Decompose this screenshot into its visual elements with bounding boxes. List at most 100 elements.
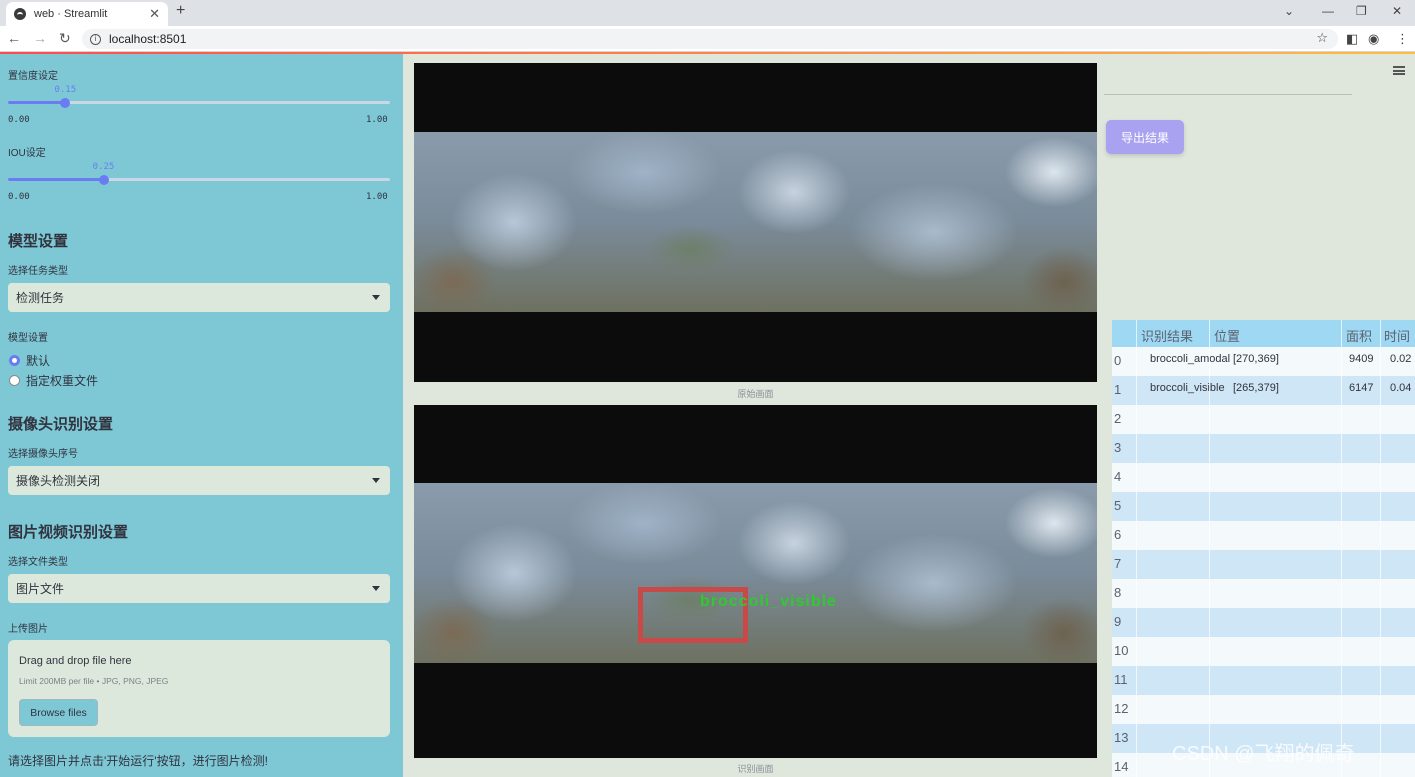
results-table[interactable]: 识别结果 位置 面积 时间 0 broccoli_amodal [270,369] 9… <box>1112 320 1415 777</box>
file-type-label: 选择文件类型 <box>8 557 68 568</box>
tab-close-icon[interactable]: ✕ <box>149 6 160 22</box>
original-caption: 原始画面 <box>737 389 774 399</box>
chevron-down-icon <box>372 478 380 483</box>
row-index: 11 <box>1114 672 1128 687</box>
table-row[interactable]: 8 <box>1112 579 1415 608</box>
tab-title: web · Streamlit <box>34 8 108 20</box>
row-index: 2 <box>1114 411 1122 426</box>
row-index: 13 <box>1114 730 1129 745</box>
back-icon[interactable]: ← <box>7 30 21 46</box>
column-divider <box>1209 320 1210 777</box>
column-divider <box>1341 320 1342 777</box>
url-text: localhost:8501 <box>109 32 187 46</box>
table-row[interactable]: 4 <box>1112 463 1415 492</box>
new-tab-button[interactable]: + <box>176 2 185 20</box>
tab-search-icon[interactable]: ⌄ <box>1284 4 1294 18</box>
cell-position: [265,379] <box>1233 382 1279 394</box>
chevron-down-icon <box>372 295 380 300</box>
radio-custom-weights[interactable]: 指定权重文件 <box>9 372 98 389</box>
row-index: 12 <box>1114 701 1129 716</box>
iou-min: 0.00 <box>8 192 30 202</box>
detection-label: broccoli_visible <box>700 593 837 610</box>
bookmark-star-icon[interactable]: ☆ <box>1316 30 1328 46</box>
table-row[interactable]: 2 <box>1112 405 1415 434</box>
row-index: 5 <box>1114 498 1122 513</box>
task-type-value: 检测任务 <box>16 291 65 305</box>
file-dropzone[interactable]: Drag and drop file here Limit 200MB per … <box>8 640 390 737</box>
hamburger-menu-icon[interactable] <box>1393 66 1405 75</box>
row-index: 6 <box>1114 527 1122 542</box>
iou-slider[interactable] <box>8 174 390 185</box>
iou-slider-fill <box>8 178 104 181</box>
table-row[interactable]: 10 <box>1112 637 1415 666</box>
table-row[interactable]: 0 broccoli_amodal [270,369] 9409 0.02 <box>1112 347 1415 376</box>
confidence-slider-thumb[interactable] <box>60 97 71 108</box>
confidence-label: 置信度设定 <box>8 71 58 82</box>
row-index: 3 <box>1114 440 1122 455</box>
cell-area: 9409 <box>1349 353 1374 365</box>
header-result[interactable]: 识别结果 <box>1141 326 1193 345</box>
camera-index-select[interactable]: 摄像头检测关闭 <box>8 466 390 495</box>
csdn-watermark: CSDN @飞翔的佩奇 <box>1172 743 1355 765</box>
header-position[interactable]: 位置 <box>1214 326 1240 345</box>
confidence-slider-fill <box>8 101 66 104</box>
table-row[interactable]: 7 <box>1112 550 1415 579</box>
header-time[interactable]: 时间 <box>1384 326 1410 345</box>
browser-tab[interactable]: web · Streamlit ✕ <box>6 2 168 26</box>
confidence-max: 1.00 <box>366 115 388 125</box>
row-index: 9 <box>1114 614 1122 629</box>
file-type-select[interactable]: 图片文件 <box>8 574 390 603</box>
camera-index-label: 选择摄像头序号 <box>8 449 78 460</box>
column-divider <box>1380 320 1381 777</box>
export-results-button[interactable]: 导出结果 <box>1106 120 1184 154</box>
table-row[interactable]: 9 <box>1112 608 1415 637</box>
restore-icon[interactable]: ❐ <box>1356 4 1367 18</box>
confidence-slider[interactable] <box>8 97 390 108</box>
header-area[interactable]: 面积 <box>1346 326 1372 345</box>
site-info-icon[interactable]: i <box>90 33 101 45</box>
minimize-icon[interactable]: — <box>1322 4 1334 18</box>
result-image: broccoli_visible <box>414 405 1097 758</box>
upload-hint: 请选择图片并点击'开始运行'按钮，进行图片检测! <box>8 754 268 768</box>
table-header: 识别结果 位置 面积 时间 <box>1112 320 1415 347</box>
cell-result: broccoli_visible <box>1150 382 1225 394</box>
model-config-label: 模型设置 <box>8 333 48 344</box>
browser-menu-icon[interactable]: ⋮ <box>1396 31 1409 47</box>
table-row[interactable]: 5 <box>1112 492 1415 521</box>
cell-time: 0.04 <box>1390 382 1412 394</box>
row-index: 14 <box>1114 759 1129 774</box>
table-row[interactable]: 12 <box>1112 695 1415 724</box>
broccoli-photo-detected: broccoli_visible <box>414 483 1097 663</box>
task-type-label: 选择任务类型 <box>8 266 68 277</box>
reload-icon[interactable]: ↻ <box>59 30 71 47</box>
chevron-down-icon <box>372 586 380 591</box>
radio-selected-icon <box>9 355 20 366</box>
confidence-min: 0.00 <box>8 115 30 125</box>
url-field[interactable]: i localhost:8501 ☆ <box>82 29 1338 49</box>
forward-icon[interactable]: → <box>33 30 47 46</box>
row-index: 1 <box>1114 382 1122 397</box>
close-window-icon[interactable]: ✕ <box>1392 4 1402 18</box>
original-image <box>414 63 1097 382</box>
dropzone-limit: Limit 200MB per file • JPG, PNG, JPEG <box>19 676 169 686</box>
row-index: 4 <box>1114 469 1122 484</box>
camera-settings-heading: 摄像头识别设置 <box>8 416 114 433</box>
profile-avatar-icon[interactable]: ◉ <box>1368 31 1379 47</box>
iou-max: 1.00 <box>366 192 388 202</box>
table-row[interactable]: 6 <box>1112 521 1415 550</box>
sidepanel-icon[interactable]: ◧ <box>1346 31 1358 47</box>
row-index: 0 <box>1114 353 1122 368</box>
cell-position: [270,369] <box>1233 353 1279 365</box>
tab-bar: web · Streamlit ✕ + ⌄ — ❐ ✕ <box>0 0 1415 26</box>
model-settings-heading: 模型设置 <box>8 233 69 250</box>
sidebar: 置信度设定 0.15 0.00 1.00 IOU设定 0.25 0.00 1.0… <box>0 54 403 777</box>
browse-files-button[interactable]: Browse files <box>19 699 98 726</box>
divider <box>1104 94 1352 95</box>
table-row[interactable]: 1 broccoli_visible [265,379] 6147 0.04 <box>1112 376 1415 405</box>
radio-default[interactable]: 默认 <box>9 352 50 369</box>
iou-slider-thumb[interactable] <box>98 174 109 185</box>
task-type-select[interactable]: 检测任务 <box>8 283 390 312</box>
table-row[interactable]: 11 <box>1112 666 1415 695</box>
table-row[interactable]: 3 <box>1112 434 1415 463</box>
result-caption: 识别画面 <box>737 764 774 774</box>
